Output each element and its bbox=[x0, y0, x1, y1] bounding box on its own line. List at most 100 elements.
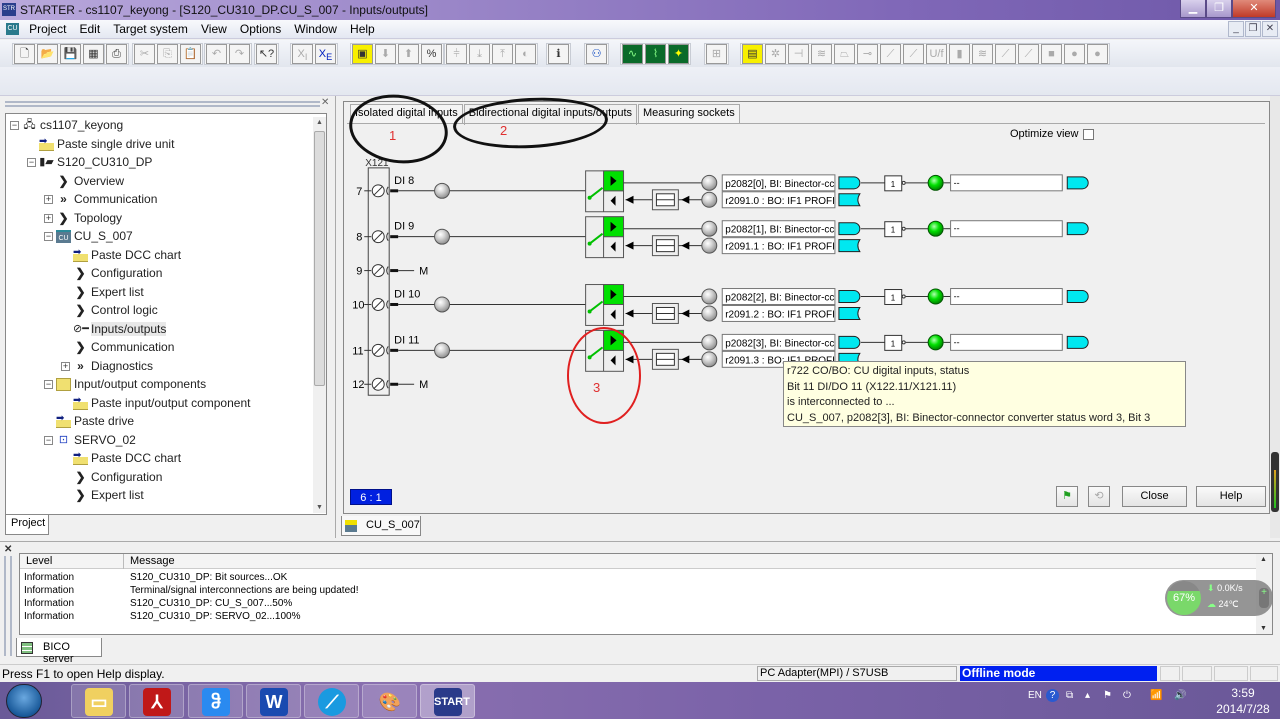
upload-icon[interactable]: ⬆ bbox=[398, 44, 419, 64]
tree-item[interactable]: + » Diagnostics bbox=[61, 357, 153, 375]
tree-item[interactable]: ❯ Expert list bbox=[73, 486, 143, 504]
connector-out-icon[interactable] bbox=[838, 290, 861, 303]
signal-ball-icon[interactable] bbox=[701, 191, 718, 208]
tree-item[interactable]: Paste DCC chart bbox=[73, 246, 181, 264]
taskbar-wps[interactable]: W bbox=[246, 684, 301, 718]
taskbar-explorer[interactable]: ▭ bbox=[71, 684, 126, 718]
xe-icon[interactable]: XE bbox=[315, 44, 336, 64]
mdi-close-button[interactable]: ✕ bbox=[1262, 21, 1278, 37]
tab-cu-s-007[interactable]: CU_S_007 bbox=[341, 516, 421, 536]
vf-icon[interactable]: U/f bbox=[926, 44, 947, 64]
limit-icon[interactable]: ⊣ bbox=[788, 44, 809, 64]
tree-item[interactable]: Paste single drive unit bbox=[39, 135, 174, 153]
connector-in-icon[interactable] bbox=[838, 193, 861, 207]
network-icon[interactable]: 📶 bbox=[1150, 690, 1162, 701]
tree-item[interactable]: − ▮▰ S120_CU310_DP bbox=[27, 153, 152, 171]
tree-item[interactable]: − 🖧 cs1107_keyong bbox=[10, 116, 123, 134]
menu-edit[interactable]: Edit bbox=[74, 20, 105, 39]
signal-ball-icon[interactable] bbox=[701, 305, 718, 322]
volume-icon[interactable]: 🔊 bbox=[1174, 690, 1186, 701]
minimize-button[interactable]: ▁ bbox=[1180, 0, 1206, 18]
taskbar-starter[interactable]: START bbox=[420, 684, 475, 718]
bico-icon[interactable]: ⊞ bbox=[706, 44, 727, 64]
column-message[interactable]: Message bbox=[130, 555, 175, 567]
signal-ball-icon[interactable] bbox=[701, 288, 718, 305]
speed-ctrl-icon[interactable]: ⊸ bbox=[857, 44, 878, 64]
connector-out-icon[interactable] bbox=[1066, 176, 1089, 190]
connector-out-icon[interactable] bbox=[838, 222, 861, 236]
ramp-icon[interactable]: ⏢ bbox=[834, 44, 855, 64]
tree-item[interactable]: Paste drive bbox=[56, 412, 134, 430]
xi-icon[interactable]: XI bbox=[292, 44, 313, 64]
taskbar-paint[interactable]: 🎨 bbox=[362, 684, 417, 718]
pos-icon[interactable]: ▮ bbox=[949, 44, 970, 64]
tree-item[interactable]: + » Communication bbox=[44, 190, 157, 208]
collapse-icon[interactable]: − bbox=[27, 158, 36, 168]
log-row[interactable]: Information S120_CU310_DP: Bit sources...… bbox=[24, 571, 287, 584]
print-icon[interactable]: ⎙ bbox=[106, 44, 127, 64]
apply-icon[interactable]: ⚑ bbox=[1056, 486, 1078, 507]
window-switch-icon[interactable]: ⧉ bbox=[1066, 690, 1073, 701]
output-field[interactable] bbox=[950, 333, 1063, 351]
stop-square-icon[interactable]: ■ bbox=[1041, 44, 1062, 64]
collapse-icon[interactable]: − bbox=[44, 435, 53, 445]
signal-ball-icon[interactable] bbox=[434, 228, 451, 245]
expand-icon[interactable]: + bbox=[44, 195, 53, 205]
connector-out-icon[interactable] bbox=[1066, 222, 1089, 236]
curve-i-icon[interactable]: ⟋ bbox=[995, 44, 1016, 64]
restore-button[interactable]: ❐ bbox=[1206, 0, 1232, 18]
split-icon[interactable]: ⫩ bbox=[446, 44, 467, 64]
signal-ball-icon[interactable] bbox=[701, 220, 718, 237]
log-row[interactable]: Information S120_CU310_DP: SERVO_02...100… bbox=[24, 610, 300, 623]
tree-item[interactable]: − ⊡ SERVO_02 bbox=[44, 431, 136, 449]
signal-ball-icon[interactable] bbox=[434, 342, 451, 359]
function-gen-icon[interactable]: ⌇ bbox=[645, 44, 666, 64]
restore-factory-icon[interactable]: ◐ bbox=[515, 44, 536, 64]
connect-target-icon[interactable]: ▣ bbox=[352, 44, 373, 64]
menu-view[interactable]: View bbox=[196, 20, 232, 39]
redo-icon[interactable]: ↷ bbox=[229, 44, 250, 64]
menu-project[interactable]: Project bbox=[24, 20, 71, 39]
cut-icon[interactable]: ✂ bbox=[134, 44, 155, 64]
system-monitor-widget[interactable]: 67% ⬇ 0.0K/s ☁ 24℃ + bbox=[1165, 580, 1273, 616]
new-icon[interactable]: 🗋 bbox=[14, 44, 35, 64]
close-output-icon[interactable]: ✕ bbox=[4, 544, 12, 555]
collapse-icon[interactable]: − bbox=[44, 380, 53, 390]
column-level[interactable]: Level bbox=[26, 555, 52, 567]
connector-out-icon[interactable] bbox=[838, 176, 861, 190]
online-offline-icon[interactable]: % bbox=[421, 44, 442, 64]
tab-project[interactable]: Project bbox=[5, 515, 49, 535]
tree-item[interactable]: + ❯ Topology bbox=[44, 209, 122, 227]
tree-item[interactable]: ❯ Overview bbox=[56, 172, 124, 190]
signal-ball-icon[interactable] bbox=[701, 174, 718, 191]
accessible-nodes-icon[interactable]: ⚇ bbox=[586, 44, 607, 64]
menu-options[interactable]: Options bbox=[235, 20, 286, 39]
show-hidden-icons[interactable]: ▴ bbox=[1085, 690, 1090, 701]
trace-icon[interactable]: ∿ bbox=[622, 44, 643, 64]
start-button[interactable] bbox=[6, 684, 42, 718]
tree-item[interactable]: ❯ Communication bbox=[73, 338, 174, 356]
expand-icon[interactable]: + bbox=[61, 361, 70, 371]
config-icon[interactable]: ✲ bbox=[765, 44, 786, 64]
flag-icon[interactable]: ⚑ bbox=[1103, 690, 1112, 701]
collapse-icon[interactable]: − bbox=[44, 232, 53, 242]
tree-item[interactable]: Paste input/output component bbox=[73, 394, 250, 412]
panel-grip[interactable] bbox=[5, 101, 320, 107]
tree-item[interactable]: ❯ Control logic bbox=[73, 301, 157, 319]
tree-item[interactable]: ❯ Configuration bbox=[73, 468, 162, 486]
taskbar-baidu[interactable]: ჵ bbox=[188, 684, 243, 718]
help-button[interactable]: Help bbox=[1196, 486, 1266, 507]
signal-ball-icon[interactable] bbox=[701, 334, 718, 351]
close-panel-icon[interactable]: ✕ bbox=[321, 97, 329, 108]
menu-help[interactable]: Help bbox=[345, 20, 380, 39]
brake-icon[interactable]: ≋ bbox=[972, 44, 993, 64]
tree-scrollbar[interactable]: ▲ ▼ bbox=[313, 117, 326, 513]
compile-icon[interactable]: ▦ bbox=[83, 44, 104, 64]
setpoint-icon[interactable]: ≋ bbox=[811, 44, 832, 64]
close-button[interactable]: Close bbox=[1122, 486, 1187, 507]
connector-out-icon[interactable] bbox=[838, 335, 861, 349]
load-to-pg-icon[interactable]: ⤓ bbox=[469, 44, 490, 64]
measure-icon[interactable]: ✦ bbox=[668, 44, 689, 64]
tree-item[interactable]: − CU CU_S_007 bbox=[44, 227, 133, 245]
language-indicator[interactable]: EN bbox=[1028, 690, 1042, 701]
